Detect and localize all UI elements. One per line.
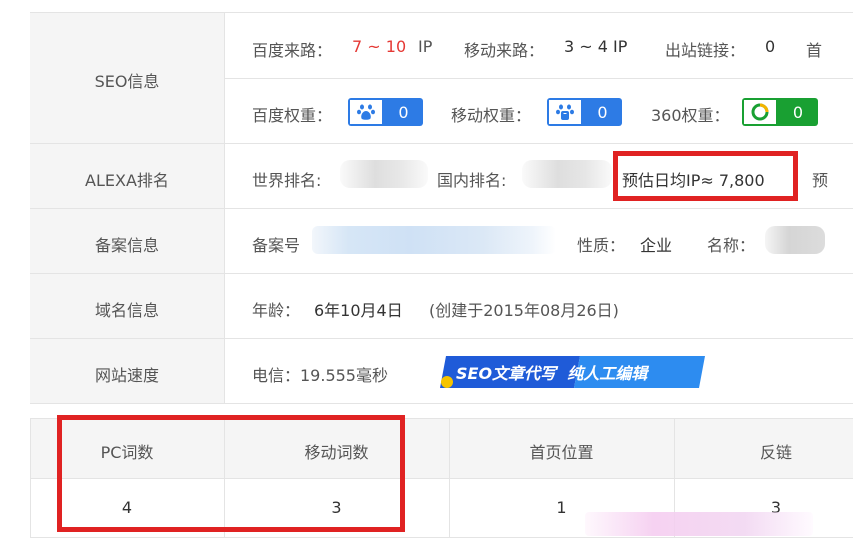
baidu-paw-icon: [348, 98, 384, 126]
beian-info-label: 备案信息: [94, 236, 159, 255]
domestic-rank-label: 国内排名:: [437, 171, 507, 190]
truncated-text: 首: [806, 41, 823, 60]
divider: [30, 418, 31, 538]
highlight-box: [613, 151, 798, 201]
divider: [30, 403, 853, 404]
360-logo-icon: [742, 98, 778, 126]
world-rank-label: 世界排名:: [252, 171, 322, 190]
highlight-box: [57, 415, 405, 532]
domestic-rank-redacted: [522, 160, 612, 188]
divider: [30, 143, 853, 144]
domain-info-label: 域名信息: [94, 301, 159, 320]
divider: [30, 338, 853, 339]
divider: [449, 418, 450, 538]
outbound-links-label: 出站链接：: [665, 41, 746, 60]
site-name-redacted: [765, 226, 825, 254]
baidu-weight-badge[interactable]: 0: [348, 98, 423, 126]
divider: [30, 208, 853, 209]
baidu-traffic-value: 7 ~ 10: [352, 37, 407, 56]
seo-writing-ad-banner[interactable]: SEO文章代写 纯人工编辑: [440, 356, 705, 388]
baidu-traffic-label: 百度来路：: [252, 41, 333, 60]
site-name-label: 名称：: [707, 236, 756, 255]
world-rank-redacted: [340, 160, 428, 188]
stat-header-backlinks: 反链: [759, 443, 792, 462]
weight-360-label: 360权重：: [651, 106, 730, 125]
divider: [30, 273, 853, 274]
seo-info-label: SEO信息: [94, 72, 160, 91]
nature-label: 性质：: [577, 236, 626, 255]
mobile-weight-badge[interactable]: 0: [547, 98, 622, 126]
baidu-weight-value: 0: [384, 98, 423, 126]
telecom-speed: 电信：19.555毫秒: [252, 366, 388, 385]
divider: [224, 78, 853, 79]
mobile-weight-value: 0: [583, 98, 622, 126]
beian-number-redacted: [312, 226, 556, 254]
ad-banner-text: SEO文章代写 纯人工编辑: [456, 364, 648, 383]
watermark-overlay: [585, 512, 813, 536]
domain-age-value: 6年10月4日: [314, 301, 403, 320]
baidu-traffic-unit: IP: [418, 37, 433, 56]
mobile-traffic-value: 3 ~ 4 IP: [564, 37, 628, 56]
site-speed-label: 网站速度: [94, 366, 159, 385]
mobile-traffic-label: 移动来路：: [464, 41, 545, 60]
baidu-weight-label: 百度权重：: [252, 106, 333, 125]
outbound-links-value: 0: [765, 37, 776, 56]
weight-360-value: 0: [778, 98, 818, 126]
domain-age-label: 年龄：: [252, 301, 301, 320]
divider: [30, 537, 853, 538]
beian-number-label: 备案号: [252, 236, 301, 255]
alexa-rank-label: ALEXA排名: [85, 171, 169, 190]
stat-header-homepage-position: 首页位置: [529, 443, 594, 462]
mobile-paw-icon: [547, 98, 583, 126]
nature-value: 企业: [640, 236, 673, 255]
weight-360-badge[interactable]: 0: [742, 98, 818, 126]
truncated-text: 预: [812, 171, 829, 190]
domain-created-date: (创建于2015年08月26日): [429, 301, 619, 320]
mobile-weight-label: 移动权重：: [451, 106, 532, 125]
